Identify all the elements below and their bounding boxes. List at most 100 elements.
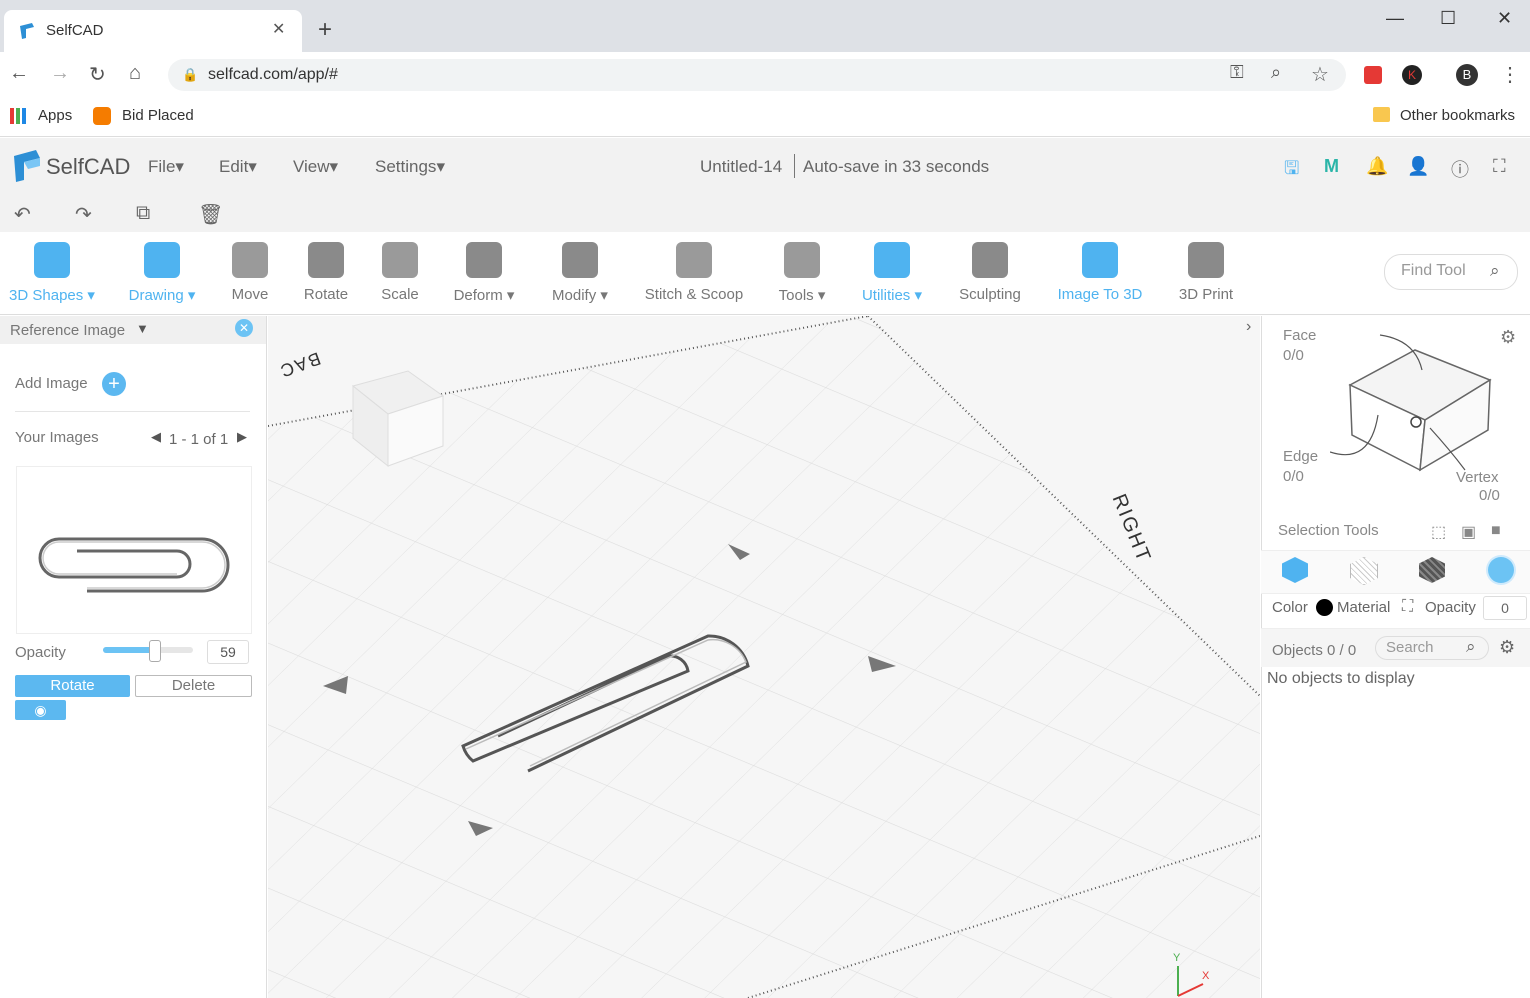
forward-icon[interactable]: → xyxy=(50,62,70,85)
tool-label: Move xyxy=(231,286,269,303)
document-title[interactable]: Untitled-14 xyxy=(700,157,782,177)
reload-icon[interactable]: ↻ xyxy=(89,62,106,87)
autosave-status: Auto-save in 33 seconds xyxy=(803,157,990,176)
selection-cube-diagram xyxy=(1330,334,1492,472)
vertex-count: 0/0 xyxy=(1479,487,1500,504)
user-icon[interactable]: 👤 xyxy=(1407,156,1429,177)
tool-tools-icon xyxy=(784,242,820,278)
add-image-icon[interactable]: + xyxy=(102,372,126,396)
visibility-toggle[interactable]: ◉ xyxy=(15,700,66,720)
select-cube-icon[interactable]: ■ xyxy=(1491,522,1501,540)
prev-page-icon[interactable]: ◀ xyxy=(151,429,161,445)
m-icon[interactable]: M xyxy=(1324,156,1339,177)
maximize-icon[interactable]: ☐ xyxy=(1440,8,1456,29)
tool-3d-shapes[interactable]: 3D Shapes ▾ xyxy=(2,238,102,305)
paperclip-image xyxy=(38,537,230,593)
tool-drawing[interactable]: Drawing ▾ xyxy=(112,238,212,305)
xray-mode-icon[interactable] xyxy=(1488,557,1514,583)
save-icon[interactable]: 🖫 xyxy=(1284,156,1299,186)
opacity-input[interactable]: 59 xyxy=(207,640,249,664)
menu-settings[interactable]: Settings▾ xyxy=(375,157,445,177)
bookmark-apps[interactable]: Apps xyxy=(38,107,72,124)
tool-label: Modify ▾ xyxy=(552,287,608,304)
viewport-scene xyxy=(268,316,1260,998)
opacity-right-input[interactable]: 0 xyxy=(1483,596,1527,620)
edge-label: Edge xyxy=(1283,448,1319,465)
menu-file[interactable]: File▾ xyxy=(148,157,184,177)
new-tab-icon[interactable]: + xyxy=(318,16,332,44)
tool-image-to-3d[interactable]: Image To 3D xyxy=(1050,238,1150,304)
search-icon[interactable]: ⌕ xyxy=(1490,261,1500,281)
bell-icon[interactable]: 🔔 xyxy=(1366,156,1388,177)
tool-sculpting[interactable]: Sculpting xyxy=(940,238,1040,304)
tool-label: Sculpting xyxy=(959,286,1021,303)
material-label: Material xyxy=(1337,599,1391,616)
title-divider xyxy=(794,154,795,178)
tool-sculpting-icon xyxy=(972,242,1008,278)
tool-rotate-icon xyxy=(308,242,344,278)
history-bar xyxy=(0,194,1530,232)
tool-modify-icon xyxy=(562,242,598,278)
url-text[interactable]: selfcad.com/app/# xyxy=(208,66,338,84)
selection-tools-label: Selection Tools xyxy=(1278,522,1379,539)
window-close-icon[interactable]: ✕ xyxy=(1497,8,1512,29)
bidplaced-icon xyxy=(93,107,111,125)
minimize-icon[interactable]: — xyxy=(1386,8,1404,29)
panel-title: Reference Image xyxy=(10,322,126,339)
info-icon[interactable]: ⓘ xyxy=(1451,156,1469,182)
find-tool-placeholder: Find Tool xyxy=(1401,262,1466,279)
y-axis-label: Y xyxy=(1173,952,1181,964)
tool-drawing-icon xyxy=(144,242,180,278)
copy-icon[interactable]: ⧉ xyxy=(136,202,150,225)
omnibox[interactable] xyxy=(168,59,1346,91)
tool-utilities[interactable]: Utilities ▾ xyxy=(842,238,942,305)
tool-modify[interactable]: Modify ▾ xyxy=(530,238,630,305)
select-cursor-icon[interactable]: ⬚ xyxy=(1431,522,1446,542)
tool-label: Drawing ▾ xyxy=(128,287,196,304)
search-icon[interactable]: ⌕ xyxy=(1466,637,1476,657)
profile-avatar[interactable]: B xyxy=(1456,64,1478,86)
undo-icon[interactable]: ↶ xyxy=(14,202,31,227)
add-image-label: Add Image xyxy=(15,375,88,392)
color-swatch[interactable] xyxy=(1316,599,1333,616)
rotate-button[interactable]: Rotate xyxy=(15,675,130,697)
bookmark-bid-placed[interactable]: Bid Placed xyxy=(122,107,194,124)
extension-k-icon[interactable]: K xyxy=(1402,65,1422,85)
tool-3d-shapes-icon xyxy=(34,242,70,278)
close-panel-icon[interactable]: ✕ xyxy=(235,319,253,337)
lock-icon: 🔒 xyxy=(182,67,199,82)
caret-down-icon[interactable]: ▼ xyxy=(136,321,149,336)
tab-title: SelfCAD xyxy=(46,22,104,39)
zoom-icon[interactable]: ⌕ xyxy=(1271,62,1281,83)
3d-viewport[interactable]: RIGHT BAC Y X xyxy=(268,316,1260,998)
home-icon[interactable]: ⌂ xyxy=(129,62,141,85)
delete-button[interactable]: Delete xyxy=(135,675,252,697)
extension-icon[interactable] xyxy=(1364,66,1382,84)
next-page-icon[interactable]: ▶ xyxy=(237,429,247,445)
fullscreen-icon[interactable]: ⛶ xyxy=(1493,156,1506,177)
tool-3d-print-icon xyxy=(1188,242,1224,278)
tool-3d-print[interactable]: 3D Print xyxy=(1156,238,1256,304)
tool-deform[interactable]: Deform ▾ xyxy=(434,238,534,305)
star-icon[interactable]: ☆ xyxy=(1311,62,1329,87)
opacity-slider-fill xyxy=(103,647,155,653)
tool-stitch-scoop[interactable]: Stitch & Scoop xyxy=(644,238,744,304)
redo-icon[interactable]: ↷ xyxy=(75,202,92,227)
opacity-label: Opacity xyxy=(15,644,66,661)
material-icon[interactable]: ⛶ xyxy=(1402,598,1413,616)
back-icon[interactable]: ← xyxy=(9,62,29,85)
menu-view[interactable]: View▾ xyxy=(293,157,338,177)
select-box-icon[interactable]: ▣ xyxy=(1461,522,1476,542)
key-icon[interactable]: ⚿ xyxy=(1230,62,1244,83)
trash-icon[interactable]: 🗑 xyxy=(198,202,223,227)
objects-settings-icon[interactable]: ⚙ xyxy=(1499,637,1515,658)
menu-edit[interactable]: Edit▾ xyxy=(219,157,257,177)
opacity-slider-handle[interactable] xyxy=(149,640,161,662)
tool-tools[interactable]: Tools ▾ xyxy=(752,238,852,305)
face-count: 0/0 xyxy=(1283,347,1304,364)
reference-image-thumbnail[interactable] xyxy=(16,466,252,634)
menu-kebab-icon[interactable]: ⋮ xyxy=(1500,62,1520,87)
close-icon[interactable]: ✕ xyxy=(272,19,285,39)
other-bookmarks[interactable]: Other bookmarks xyxy=(1400,107,1515,124)
collapse-right-icon[interactable]: › xyxy=(1246,318,1251,336)
